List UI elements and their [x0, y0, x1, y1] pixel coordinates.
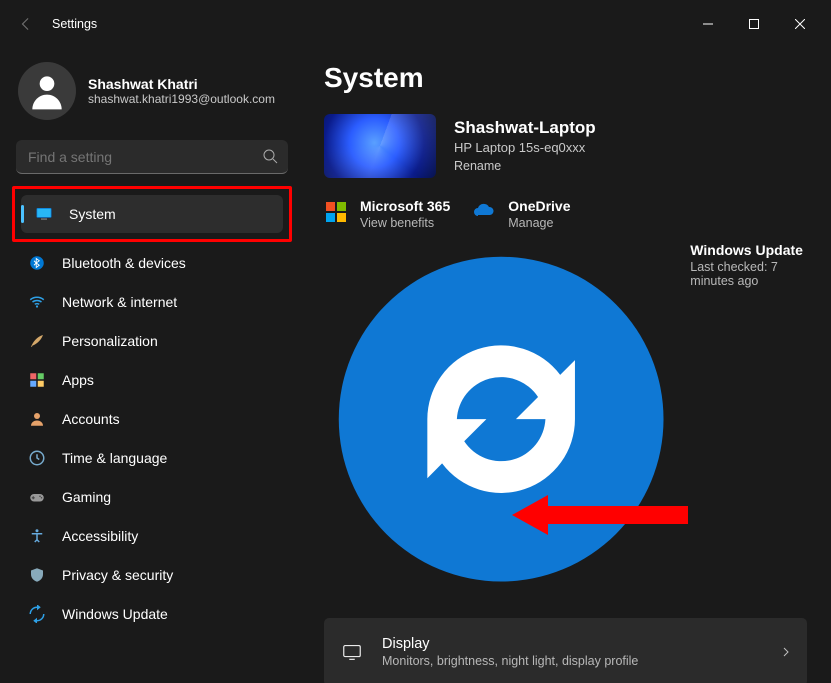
brush-icon: [28, 332, 46, 350]
service-onedrive[interactable]: OneDrive Manage: [472, 198, 570, 230]
maximize-button[interactable]: [731, 8, 777, 40]
service-m365[interactable]: Microsoft 365 View benefits: [324, 198, 450, 230]
sidebar-item-accessibility[interactable]: Accessibility: [14, 517, 290, 555]
sidebar-item-label: Personalization: [62, 333, 158, 349]
device-header: Shashwat-Laptop HP Laptop 15s-eq0xxx Ren…: [324, 114, 807, 178]
sidebar-item-label: Gaming: [62, 489, 111, 505]
update-icon: [28, 605, 46, 623]
service-subtitle: Manage: [508, 216, 570, 230]
sidebar-item-system[interactable]: System: [21, 195, 283, 233]
rename-link[interactable]: Rename: [454, 159, 501, 173]
sidebar-item-label: Accounts: [62, 411, 120, 427]
search-input[interactable]: [16, 140, 288, 174]
tile-display[interactable]: Display Monitors, brightness, night ligh…: [324, 618, 807, 683]
device-model: HP Laptop 15s-eq0xxx: [454, 140, 596, 155]
sidebar-item-network[interactable]: Network & internet: [14, 283, 290, 321]
display-icon: [340, 640, 364, 664]
service-title: Windows Update: [690, 242, 807, 258]
bluetooth-icon: [28, 254, 46, 272]
sidebar-item-time[interactable]: Time & language: [14, 439, 290, 477]
search-icon: [262, 148, 278, 164]
close-button[interactable]: [777, 8, 823, 40]
apps-icon: [28, 371, 46, 389]
sidebar-item-accounts[interactable]: Accounts: [14, 400, 290, 438]
sidebar-item-gaming[interactable]: Gaming: [14, 478, 290, 516]
avatar: [18, 62, 76, 120]
sidebar-item-label: Accessibility: [62, 528, 138, 544]
titlebar: Settings: [0, 0, 831, 48]
annotation-system-highlight: System: [12, 186, 292, 242]
onedrive-icon: [472, 200, 496, 224]
m365-icon: [324, 200, 348, 224]
wifi-icon: [28, 293, 46, 311]
back-button[interactable]: [8, 6, 44, 42]
person-icon: [25, 69, 69, 113]
service-subtitle: View benefits: [360, 216, 450, 230]
service-subtitle: Last checked: 7 minutes ago: [690, 260, 807, 288]
search-container: [16, 140, 288, 174]
sidebar-item-label: Apps: [62, 372, 94, 388]
sidebar-item-privacy[interactable]: Privacy & security: [14, 556, 290, 594]
monitor-icon: [35, 205, 53, 223]
person-icon: [28, 410, 46, 428]
sidebar-item-bluetooth[interactable]: Bluetooth & devices: [14, 244, 290, 282]
device-wallpaper: [324, 114, 436, 178]
gamepad-icon: [28, 488, 46, 506]
service-title: Microsoft 365: [360, 198, 450, 214]
window-title: Settings: [52, 17, 97, 31]
user-email: shashwat.khatri1993@outlook.com: [88, 92, 275, 106]
sidebar-item-apps[interactable]: Apps: [14, 361, 290, 399]
shield-icon: [28, 566, 46, 584]
sidebar-item-update[interactable]: Windows Update: [14, 595, 290, 633]
sidebar-nav: System Bluetooth & devices Network & int…: [14, 186, 290, 633]
accessibility-icon: [28, 527, 46, 545]
minimize-button[interactable]: [685, 8, 731, 40]
service-title: OneDrive: [508, 198, 570, 214]
settings-tiles: Display Monitors, brightness, night ligh…: [324, 618, 807, 683]
services-row: Microsoft 365 View benefits OneDrive Man…: [324, 198, 807, 230]
tile-subtitle: Monitors, brightness, night light, displ…: [382, 654, 763, 668]
user-name: Shashwat Khatri: [88, 76, 275, 92]
clock-icon: [28, 449, 46, 467]
sidebar: Shashwat Khatri shashwat.khatri1993@outl…: [0, 48, 300, 683]
device-name: Shashwat-Laptop: [454, 118, 596, 138]
main-content: System Shashwat-Laptop HP Laptop 15s-eq0…: [300, 48, 831, 683]
tile-title: Display: [382, 636, 763, 652]
sidebar-item-label: Privacy & security: [62, 567, 173, 583]
arrow-left-icon: [19, 17, 33, 31]
service-windows-update[interactable]: Windows Update Last checked: 7 minutes a…: [324, 242, 807, 596]
user-block[interactable]: Shashwat Khatri shashwat.khatri1993@outl…: [14, 62, 290, 140]
sidebar-item-label: Network & internet: [62, 294, 177, 310]
chevron-right-icon: [781, 647, 791, 657]
sidebar-item-personalization[interactable]: Personalization: [14, 322, 290, 360]
sidebar-item-label: Bluetooth & devices: [62, 255, 186, 271]
page-title: System: [324, 62, 807, 94]
sidebar-item-label: Windows Update: [62, 606, 168, 622]
sidebar-item-label: System: [69, 206, 116, 222]
sidebar-item-label: Time & language: [62, 450, 167, 466]
update-circle-icon: [324, 242, 678, 596]
